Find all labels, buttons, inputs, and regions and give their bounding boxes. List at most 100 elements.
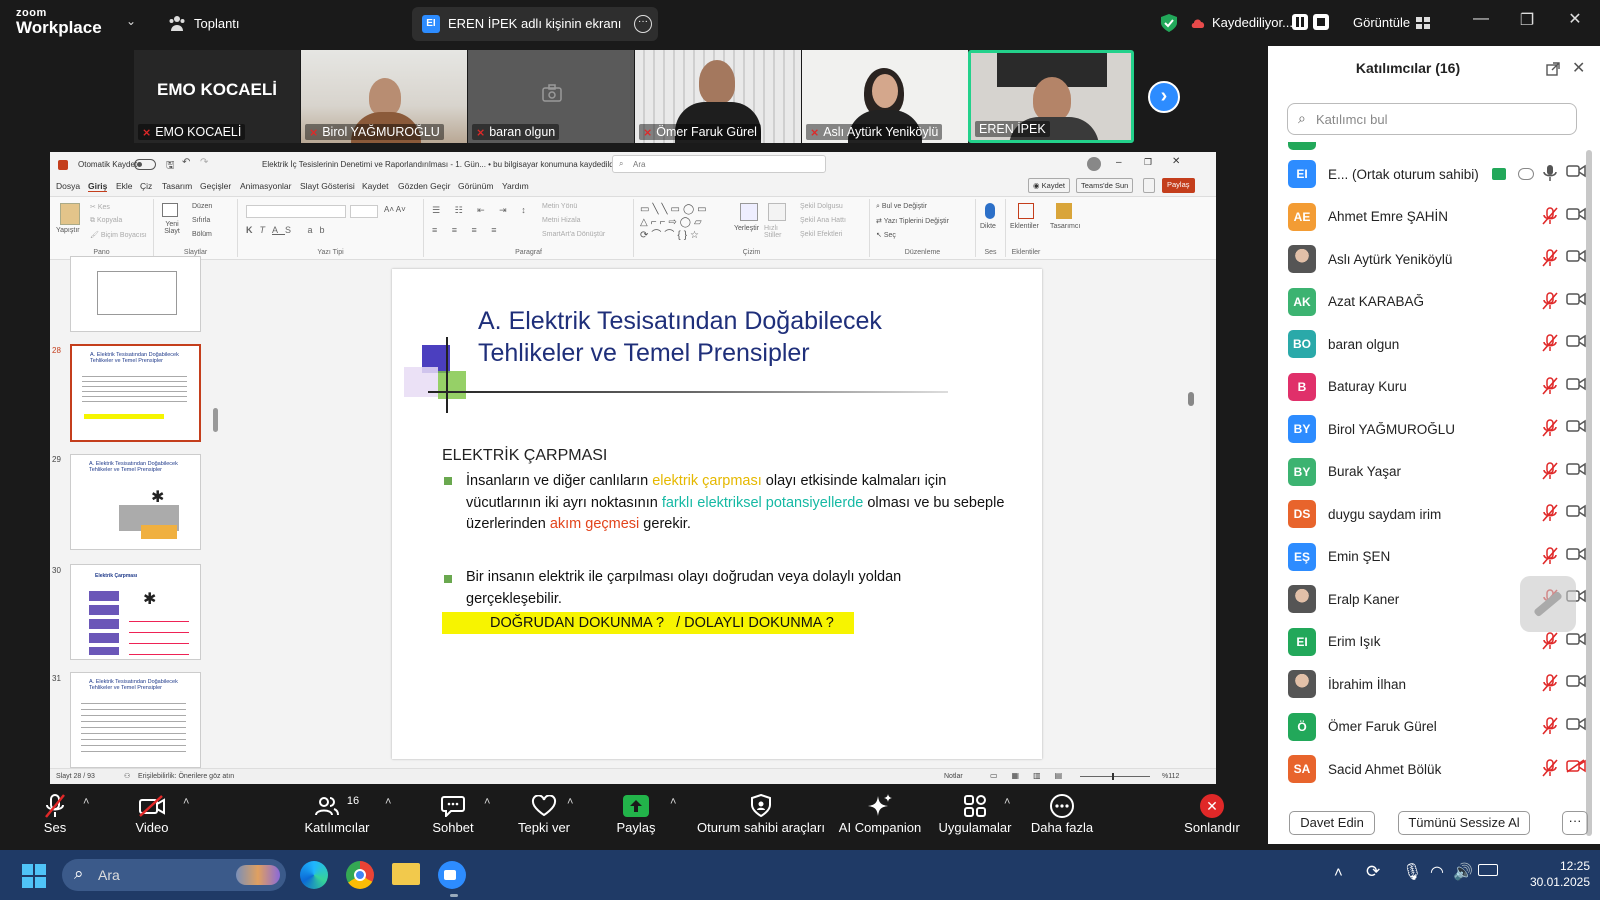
- accessibility-icon[interactable]: ⚇: [124, 772, 130, 780]
- thumbnail-31[interactable]: A. Elektrik Tesisatından Doğabilecek Teh…: [70, 672, 201, 768]
- tab-review[interactable]: Gözden Geçir: [398, 181, 450, 191]
- host-tools-button[interactable]: Oturum sahibi araçları: [694, 792, 828, 835]
- tab-record[interactable]: Kaydet: [362, 181, 388, 191]
- participant-search-input[interactable]: ⌕ Katılımcı bul: [1287, 103, 1577, 135]
- participant-row[interactable]: AE Ahmet Emre ŞAHİN: [1288, 196, 1588, 238]
- tab-insert[interactable]: Ekle: [116, 181, 133, 191]
- recording-indicator[interactable]: Kaydediliyor...: [1190, 15, 1293, 30]
- mic-muted-icon[interactable]: [1540, 419, 1560, 439]
- camera-icon[interactable]: [1566, 504, 1588, 524]
- chevron-down-icon[interactable]: ⌄: [126, 14, 136, 28]
- taskbar-clock[interactable]: 12:25 30.01.2025: [1520, 858, 1590, 890]
- participant-row[interactable]: Aslı Aytürk Yeniköylü: [1288, 238, 1588, 280]
- camera-icon[interactable]: [1566, 249, 1588, 269]
- text-direction-button[interactable]: Metin Yönü: [542, 203, 577, 210]
- font-family-select[interactable]: [246, 205, 346, 218]
- replace-fonts-button[interactable]: ⇄ Yazı Tiplerini Değiştir: [876, 217, 949, 225]
- font-grow-icon[interactable]: A˄ A˅: [384, 205, 406, 214]
- undo-icon[interactable]: ↶: [182, 157, 190, 168]
- tab-help[interactable]: Yardım: [502, 181, 529, 191]
- participant-row[interactable]: BO baran olgun: [1288, 323, 1588, 365]
- participant-row[interactable]: İbrahim İlhan: [1288, 663, 1588, 705]
- camera-icon[interactable]: [1566, 377, 1588, 397]
- current-slide[interactable]: A. Elektrik Tesisatından Doğabilecek Teh…: [392, 269, 1042, 759]
- list-icons[interactable]: ☰ ☷ ⇤ ⇥ ↕: [432, 205, 532, 216]
- stop-recording-button[interactable]: [1313, 14, 1329, 30]
- camera-icon[interactable]: [1566, 759, 1588, 779]
- meeting-info-button[interactable]: Toplantı: [168, 14, 240, 32]
- notes-button[interactable]: Notlar: [944, 773, 963, 780]
- share-screen-button[interactable]: Paylaş: [616, 792, 656, 835]
- mic-muted-icon[interactable]: [1540, 759, 1560, 779]
- redo-icon[interactable]: ↷: [200, 157, 208, 168]
- ppt-record-button[interactable]: ◉ Kaydet: [1028, 178, 1070, 193]
- document-title[interactable]: Elektrik İç Tesislerinin Denetimi ve Rap…: [262, 160, 622, 169]
- thumbnail-28-selected[interactable]: A. Elektrik Tesisatından Doğabilecek Teh…: [70, 344, 201, 442]
- mic-muted-icon[interactable]: [1540, 504, 1560, 524]
- apps-options-caret-icon[interactable]: ˄: [1004, 796, 1010, 808]
- react-button[interactable]: Tepki ver: [515, 792, 573, 835]
- tab-design[interactable]: Tasarım: [162, 181, 192, 191]
- camera-icon[interactable]: [1566, 207, 1588, 227]
- volume-icon[interactable]: 🔊: [1453, 862, 1473, 882]
- microphone-tray-icon[interactable]: 🎙: [1402, 862, 1422, 882]
- share-options-caret-icon[interactable]: ˄: [670, 796, 676, 808]
- tab-animations[interactable]: Animasyonlar: [240, 181, 292, 191]
- view-button[interactable]: Görüntüle: [1353, 15, 1431, 30]
- reset-button[interactable]: Sıfırla: [192, 217, 210, 224]
- participant-row[interactable]: EI E... (Ortak oturum sahibi): [1288, 153, 1588, 195]
- participant-row[interactable]: BY Burak Yaşar: [1288, 451, 1588, 493]
- mic-muted-icon[interactable]: [1540, 674, 1560, 694]
- file-explorer-icon[interactable]: [392, 863, 420, 885]
- camera-icon[interactable]: [1566, 632, 1588, 652]
- arrange-icon[interactable]: [740, 203, 758, 221]
- battery-icon[interactable]: [1478, 864, 1498, 876]
- participant-row[interactable]: BY Birol YAĞMUROĞLU: [1288, 408, 1588, 450]
- participant-row[interactable]: DS duygu saydam irim: [1288, 493, 1588, 535]
- mic-muted-icon[interactable]: [1540, 716, 1560, 737]
- video-tile-2[interactable]: ⨯ baran olgun: [468, 50, 634, 143]
- participant-row[interactable]: AK Azat KARABAĞ: [1288, 281, 1588, 323]
- align-icons[interactable]: ≡ ≡ ≡ ≡: [432, 225, 503, 235]
- mute-all-button[interactable]: Tümünü Sessize Al: [1398, 811, 1530, 835]
- video-options-caret-icon[interactable]: ˄: [183, 796, 189, 808]
- video-button[interactable]: Video: [128, 792, 176, 835]
- zoom-percentage[interactable]: %112: [1162, 773, 1179, 780]
- participants-button[interactable]: 16 Katılımcılar: [302, 792, 372, 835]
- mic-muted-icon[interactable]: [1540, 461, 1560, 482]
- tab-transitions[interactable]: Geçişler: [200, 181, 231, 191]
- panel-scrollbar[interactable]: [1586, 150, 1594, 836]
- comments-icon[interactable]: [1143, 178, 1155, 193]
- paste-icon[interactable]: [60, 203, 80, 225]
- ppt-search-box[interactable]: ⌕ Ara: [612, 155, 826, 173]
- taskbar-search-box[interactable]: ⌕ Ara: [62, 859, 286, 891]
- font-size-select[interactable]: [350, 205, 378, 218]
- zoom-slider-thumb[interactable]: [1112, 773, 1114, 780]
- thumbnail-30[interactable]: Elektrik Çarpması ✱: [70, 564, 201, 660]
- chrome-browser-icon[interactable]: [346, 861, 374, 889]
- find-replace-button[interactable]: ⌕ Bul ve Değiştir: [876, 203, 927, 211]
- ppt-restore-icon[interactable]: ❐: [1144, 157, 1152, 168]
- camera-icon[interactable]: [1566, 674, 1588, 694]
- windows-start-icon[interactable]: [22, 864, 46, 888]
- mic-muted-icon[interactable]: [1540, 376, 1560, 397]
- addins-icon[interactable]: [1018, 203, 1034, 219]
- chat-button[interactable]: Sohbet: [430, 792, 476, 835]
- save-icon[interactable]: 🖫: [166, 158, 175, 175]
- close-window-icon[interactable]: ✕: [1560, 9, 1590, 29]
- select-button[interactable]: ↖ Seç: [876, 231, 896, 239]
- camera-icon[interactable]: [1566, 334, 1588, 354]
- user-avatar[interactable]: [1087, 157, 1101, 171]
- camera-icon[interactable]: [1566, 462, 1588, 482]
- video-tile-3[interactable]: ⨯ Ömer Faruk Gürel: [635, 50, 801, 143]
- edge-browser-icon[interactable]: [300, 861, 328, 889]
- more-options-icon[interactable]: ···: [1562, 811, 1588, 835]
- microphone-icon[interactable]: [985, 203, 995, 219]
- shape-effects-button[interactable]: Şekil Efektleri: [800, 231, 842, 238]
- participant-row[interactable]: SA Sacid Ahmet Bölük: [1288, 748, 1588, 790]
- audio-button[interactable]: Ses: [34, 792, 76, 835]
- audio-options-caret-icon[interactable]: ˄: [83, 796, 89, 808]
- thumbnail-27[interactable]: [70, 256, 201, 332]
- mic-muted-icon[interactable]: [1540, 546, 1560, 567]
- end-meeting-button[interactable]: ✕ Sonlandır: [1182, 792, 1242, 835]
